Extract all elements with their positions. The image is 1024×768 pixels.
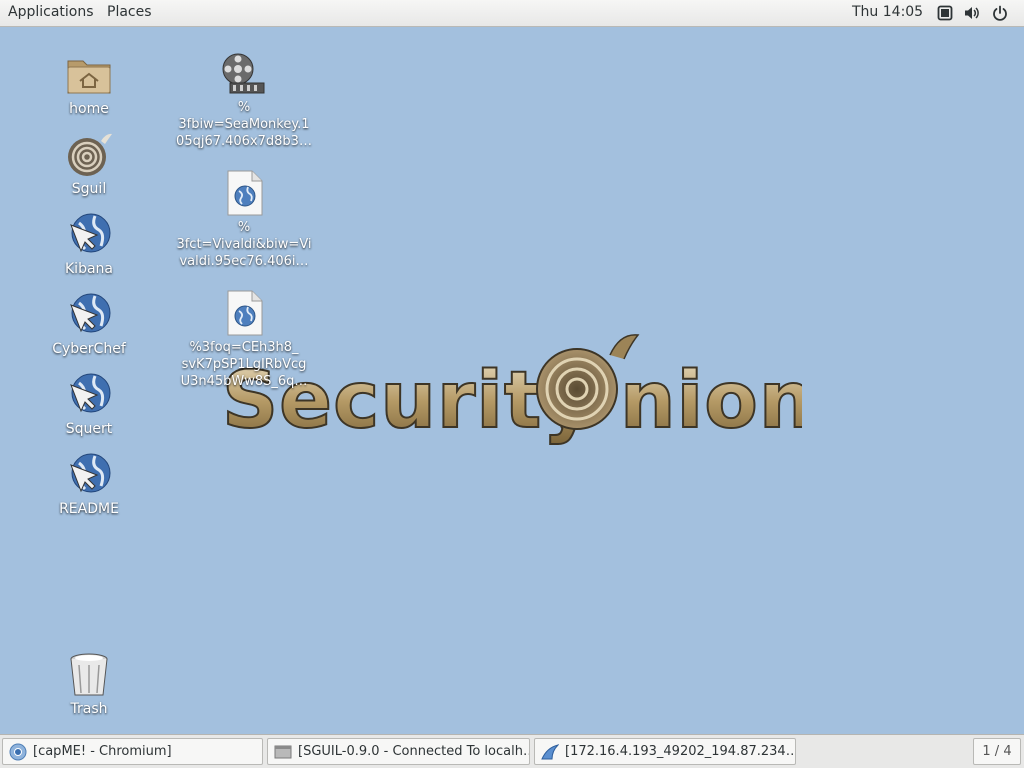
html-file-icon <box>227 170 263 216</box>
desktop-icon-trash[interactable]: Trash <box>29 651 149 718</box>
svg-text:nion: nion <box>620 356 802 446</box>
window-icon <box>274 745 292 759</box>
file-name-line: 05qj67.406x7d8b3… <box>176 134 312 149</box>
desktop-icon-cyberchef[interactable]: CyberChef <box>29 291 149 358</box>
desktop-icon-label: Kibana <box>65 261 113 277</box>
workspace-switcher[interactable]: 1 / 4 <box>973 738 1021 765</box>
desktop-icon-kibana[interactable]: Kibana <box>29 211 149 278</box>
power-icon[interactable] <box>992 5 1008 21</box>
desktop-icon-label: Sguil <box>71 181 107 197</box>
desktop-icon-readme[interactable]: README <box>29 451 149 518</box>
desktop-icon-label: home <box>69 101 109 117</box>
task-chromium[interactable]: [capME! - Chromium] <box>2 738 263 765</box>
file-name-line: U3n45bWw8S_6q… <box>180 374 308 389</box>
desktop-icon-label: README <box>59 501 119 517</box>
window-list-panel: [capME! - Chromium] [SGUIL-0.9.0 - Conne… <box>0 734 1024 768</box>
task-label: [SGUIL-0.9.0 - Connected To localh… <box>298 744 530 759</box>
desktop: Security nion home Sguil Kibana CyberChe… <box>0 27 1024 734</box>
task-label: [capME! - Chromium] <box>33 744 172 759</box>
desktop-icon-label: CyberChef <box>52 341 126 357</box>
sguil-onion-icon <box>68 133 112 176</box>
globe-link-icon <box>70 293 111 333</box>
task-label: [172.16.4.193_49202_194.87.234… <box>565 744 796 759</box>
file-name-line: 3fbiw=SeaMonkey.1 <box>178 117 310 132</box>
desktop-icon-sguil[interactable]: Sguil <box>29 131 149 198</box>
top-panel: Applications Places Thu 14:05 <box>0 0 1024 27</box>
desktop-icon-home[interactable]: home <box>29 51 149 118</box>
video-file-icon <box>222 53 265 94</box>
file-name-line: svK7pSP1LgIRbVcg <box>181 357 307 372</box>
html-file-icon <box>227 290 263 336</box>
desktop-icon-label: Trash <box>70 701 108 717</box>
screen-icon[interactable] <box>937 5 953 21</box>
desktop-file-html-1[interactable]: % 3fct=Vivaldi&biw=Vi valdi.95ec76.406i… <box>176 169 312 270</box>
home-folder-icon <box>67 60 111 94</box>
desktop-icon-squert[interactable]: Squert <box>29 371 149 438</box>
places-menu[interactable]: Places <box>107 4 152 20</box>
task-sguil[interactable]: [SGUIL-0.9.0 - Connected To localh… <box>267 738 530 765</box>
clock[interactable]: Thu 14:05 <box>852 4 923 20</box>
file-name-line: 3fct=Vivaldi&biw=Vi <box>176 237 312 252</box>
globe-link-icon <box>70 453 111 493</box>
desktop-file-video[interactable]: % 3fbiw=SeaMonkey.1 05qj67.406x7d8b3… <box>176 49 312 150</box>
wireshark-icon <box>541 744 559 760</box>
file-name-line: valdi.95ec76.406i… <box>179 254 309 269</box>
file-name-line: % <box>237 100 251 115</box>
task-wireshark[interactable]: [172.16.4.193_49202_194.87.234… <box>534 738 796 765</box>
chromium-icon <box>9 743 27 761</box>
volume-icon[interactable] <box>964 5 980 21</box>
globe-link-icon <box>70 373 111 413</box>
globe-link-icon <box>70 213 111 253</box>
trash-icon <box>70 653 108 696</box>
file-name-line: % <box>237 220 251 235</box>
desktop-file-html-2[interactable]: %3foq=CEh3h8_ svK7pSP1LgIRbVcg U3n45bWw8… <box>181 289 307 390</box>
applications-menu[interactable]: Applications <box>8 4 94 20</box>
file-name-line: %3foq=CEh3h8_ <box>189 340 299 355</box>
desktop-icon-label: Squert <box>65 421 113 437</box>
